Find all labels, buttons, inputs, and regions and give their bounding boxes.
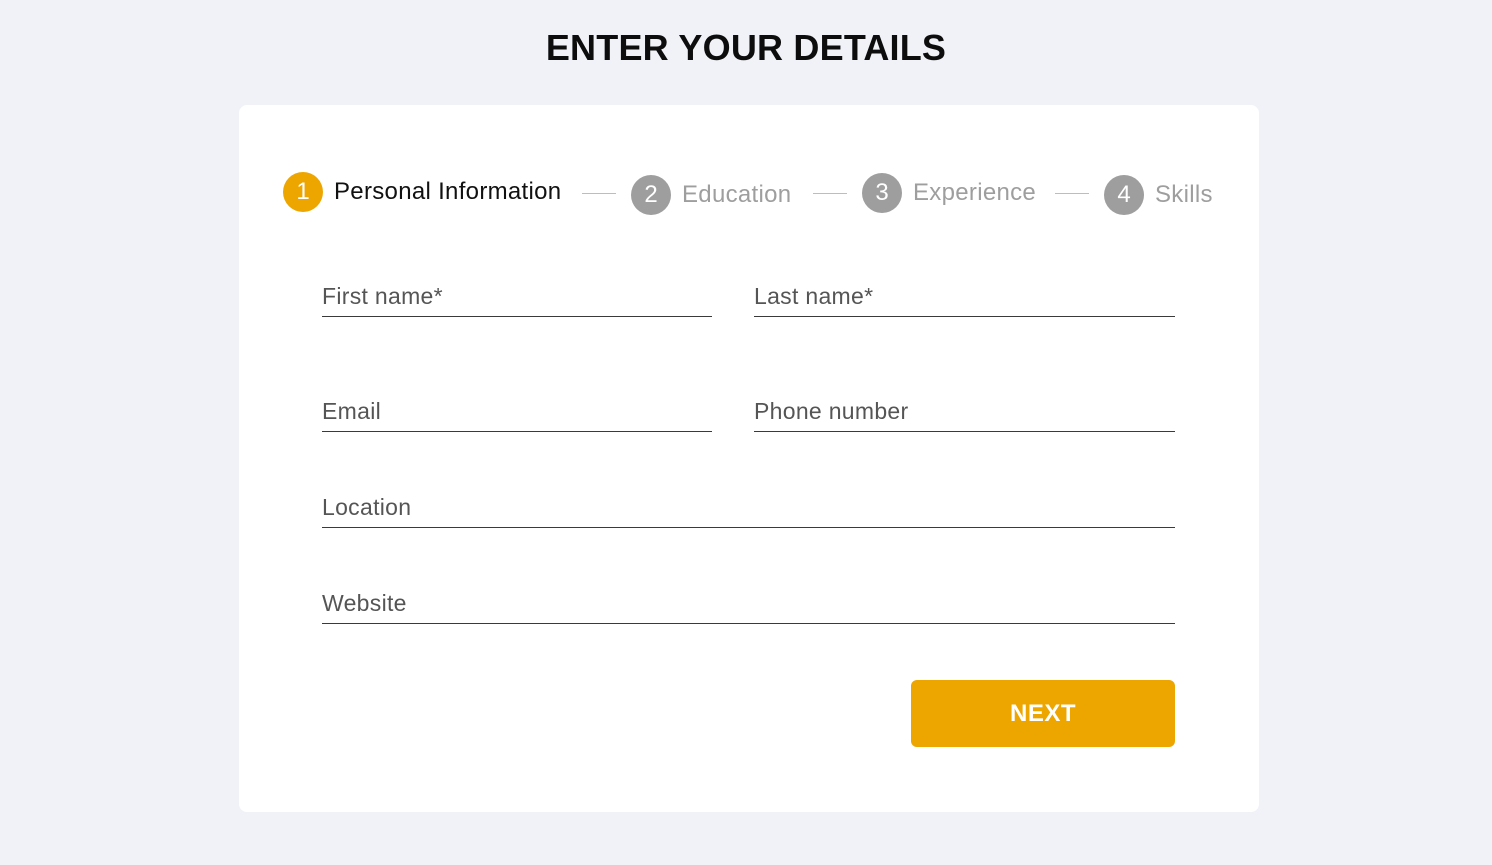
next-button[interactable]: NEXT <box>911 680 1175 747</box>
step-label: Skills <box>1155 181 1213 208</box>
phone-number-field <box>754 388 1175 432</box>
step-label: Experience <box>913 179 1037 206</box>
step-number-badge: 4 <box>1104 175 1144 215</box>
step-personal-information[interactable]: 1 Personal Information <box>283 172 561 212</box>
step-number-badge: 3 <box>862 173 902 213</box>
form-card: 1 Personal Information 2 Education 3 Exp… <box>239 105 1259 812</box>
email-field <box>322 388 712 432</box>
website-input[interactable] <box>322 590 1175 617</box>
email-input[interactable] <box>322 398 712 425</box>
step-experience[interactable]: 3 Experience <box>862 173 1036 213</box>
last-name-field <box>754 273 1175 317</box>
step-number-badge: 2 <box>631 175 671 215</box>
step-education[interactable]: 2 Education <box>631 175 791 215</box>
step-skills[interactable]: 4 Skills <box>1104 175 1213 215</box>
first-name-field <box>322 273 712 317</box>
step-number-badge: 1 <box>283 172 323 212</box>
first-name-input[interactable] <box>322 283 712 310</box>
step-connector <box>1055 193 1089 194</box>
step-label: Education <box>682 181 792 208</box>
location-field <box>322 484 1175 528</box>
step-label: Personal Information <box>334 178 562 205</box>
step-connector <box>582 193 616 194</box>
page-title: ENTER YOUR DETAILS <box>545 27 947 68</box>
phone-number-input[interactable] <box>754 398 1175 425</box>
website-field <box>322 580 1175 624</box>
last-name-input[interactable] <box>754 283 1175 310</box>
step-connector <box>813 193 847 194</box>
location-input[interactable] <box>322 494 1175 521</box>
